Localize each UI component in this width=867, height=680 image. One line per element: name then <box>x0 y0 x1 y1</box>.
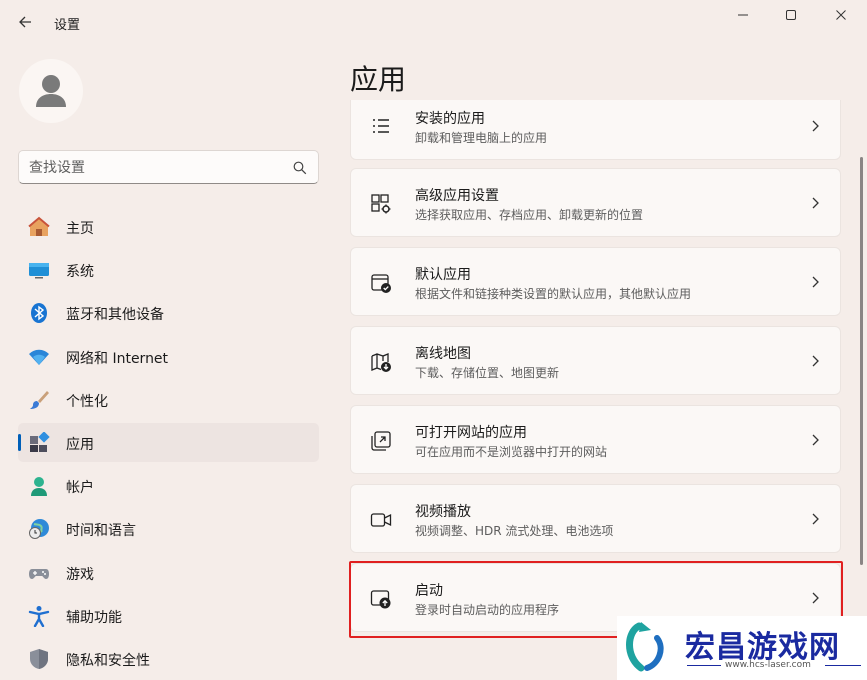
sidebar-item-network[interactable]: 网络和 Internet <box>18 337 319 376</box>
sidebar-item-label: 个性化 <box>66 393 108 410</box>
search-icon[interactable] <box>292 160 308 176</box>
card-default-apps[interactable]: 默认应用 根据文件和链接种类设置的默认应用，其他默认应用 <box>350 247 841 316</box>
scrollbar[interactable] <box>860 157 863 565</box>
watermark-divider <box>825 665 861 666</box>
account-icon <box>28 475 50 497</box>
sidebar-item-label: 网络和 Internet <box>66 350 169 367</box>
minimize-button[interactable] <box>720 0 766 30</box>
sidebar-item-apps[interactable]: 应用 <box>18 422 319 462</box>
watermark: 宏昌游戏网 www.hcs-laser.com <box>617 616 867 680</box>
sidebar-item-label: 蓝牙和其他设备 <box>66 307 164 324</box>
card-subtitle: 选择获取应用、存档应用、卸载更新的位置 <box>415 208 644 222</box>
avatar[interactable] <box>19 59 83 123</box>
sidebar-item-bluetooth[interactable]: 蓝牙和其他设备 <box>18 293 319 332</box>
card-offline-maps[interactable]: 离线地图 下载、存储位置、地图更新 <box>350 326 841 395</box>
minimize-icon <box>738 14 748 16</box>
sidebar-item-accessibility[interactable]: 辅助功能 <box>18 596 319 635</box>
app-title: 设置 <box>54 18 81 33</box>
back-arrow-icon <box>19 16 31 28</box>
video-icon <box>370 513 392 527</box>
chevron-right-icon <box>812 592 819 604</box>
search-box[interactable] <box>18 150 319 184</box>
chevron-right-icon <box>812 355 819 367</box>
shield-icon <box>28 648 50 670</box>
sidebar-item-home[interactable]: 主页 <box>18 207 319 246</box>
watermark-divider <box>687 665 721 666</box>
card-installed-apps[interactable]: 安装的应用 卸载和管理电脑上的应用 <box>350 100 841 160</box>
close-button[interactable] <box>818 0 864 30</box>
search-input[interactable] <box>29 158 279 178</box>
wifi-icon <box>28 346 50 368</box>
sidebar-item-time-language[interactable]: 时间和语言 <box>18 509 319 548</box>
card-title: 高级应用设置 <box>415 188 499 204</box>
card-title: 启动 <box>415 583 443 599</box>
list-icon <box>373 119 389 133</box>
close-icon <box>836 10 846 20</box>
chevron-right-icon <box>812 513 819 525</box>
gamepad-icon <box>28 562 50 584</box>
watermark-url: www.hcs-laser.com <box>725 660 811 670</box>
card-subtitle: 根据文件和链接种类设置的默认应用，其他默认应用 <box>415 287 692 301</box>
sidebar-item-label: 隐私和安全性 <box>66 652 150 669</box>
sidebar-item-personalization[interactable]: 个性化 <box>18 380 319 419</box>
apps-icon <box>28 431 50 454</box>
page-title: 应用 <box>350 63 407 96</box>
chevron-right-icon <box>812 434 819 446</box>
maximize-icon <box>786 10 796 20</box>
sidebar-item-label: 时间和语言 <box>66 523 136 540</box>
sidebar-item-label: 帐户 <box>66 480 94 497</box>
chevron-right-icon <box>812 120 819 132</box>
sidebar-item-label: 游戏 <box>66 566 94 583</box>
user-icon <box>36 75 66 107</box>
accessibility-icon <box>28 605 50 627</box>
card-title: 默认应用 <box>415 267 471 283</box>
card-title: 离线地图 <box>415 346 471 362</box>
chevron-right-icon <box>812 276 819 288</box>
sidebar-nav: 主页 系统 蓝牙和其他设备 网络和 Internet 个性化 应用 帐户 时间和… <box>18 207 319 680</box>
startup-icon <box>370 590 391 609</box>
card-video-playback[interactable]: 视频播放 视频调整、HDR 流式处理、电池选项 <box>350 484 841 553</box>
offline-map-icon <box>371 353 391 372</box>
settings-card-list: 安装的应用 卸载和管理电脑上的应用 高级应用设置 选择获取应用、存档应用、卸载更… <box>350 100 841 680</box>
card-title: 可打开网站的应用 <box>415 425 527 441</box>
default-app-icon <box>371 274 391 293</box>
monitor-icon <box>28 259 50 281</box>
sidebar-item-label: 系统 <box>66 264 94 281</box>
sidebar-item-system[interactable]: 系统 <box>18 250 319 289</box>
watermark-logo-icon <box>626 622 664 672</box>
open-link-icon <box>371 431 391 451</box>
sidebar-item-privacy[interactable]: 隐私和安全性 <box>18 639 319 678</box>
card-subtitle: 卸载和管理电脑上的应用 <box>415 131 548 145</box>
paintbrush-icon <box>28 389 50 411</box>
sidebar-item-label: 主页 <box>66 221 94 237</box>
card-advanced-app-settings[interactable]: 高级应用设置 选择获取应用、存档应用、卸载更新的位置 <box>350 168 841 237</box>
title-bar: 设置 <box>0 0 867 44</box>
back-button[interactable] <box>10 8 40 36</box>
maximize-button[interactable] <box>768 0 814 30</box>
globe-clock-icon <box>28 518 50 540</box>
card-subtitle: 视频调整、HDR 流式处理、电池选项 <box>415 524 614 538</box>
sidebar-item-accounts[interactable]: 帐户 <box>18 466 319 505</box>
card-subtitle: 登录时自动启动的应用程序 <box>415 603 560 617</box>
card-subtitle: 下载、存储位置、地图更新 <box>415 366 560 380</box>
sidebar-item-label: 应用 <box>66 436 94 453</box>
card-apps-for-websites[interactable]: 可打开网站的应用 可在应用而不是浏览器中打开的网站 <box>350 405 841 474</box>
sidebar-item-label: 辅助功能 <box>66 609 122 626</box>
home-icon <box>28 216 50 238</box>
card-subtitle: 可在应用而不是浏览器中打开的网站 <box>415 445 608 459</box>
bluetooth-icon <box>28 302 50 324</box>
sidebar-item-gaming[interactable]: 游戏 <box>18 553 319 592</box>
chevron-right-icon <box>812 197 819 209</box>
app-settings-icon <box>371 194 391 214</box>
card-title: 视频播放 <box>415 504 471 520</box>
card-title: 安装的应用 <box>415 111 485 127</box>
